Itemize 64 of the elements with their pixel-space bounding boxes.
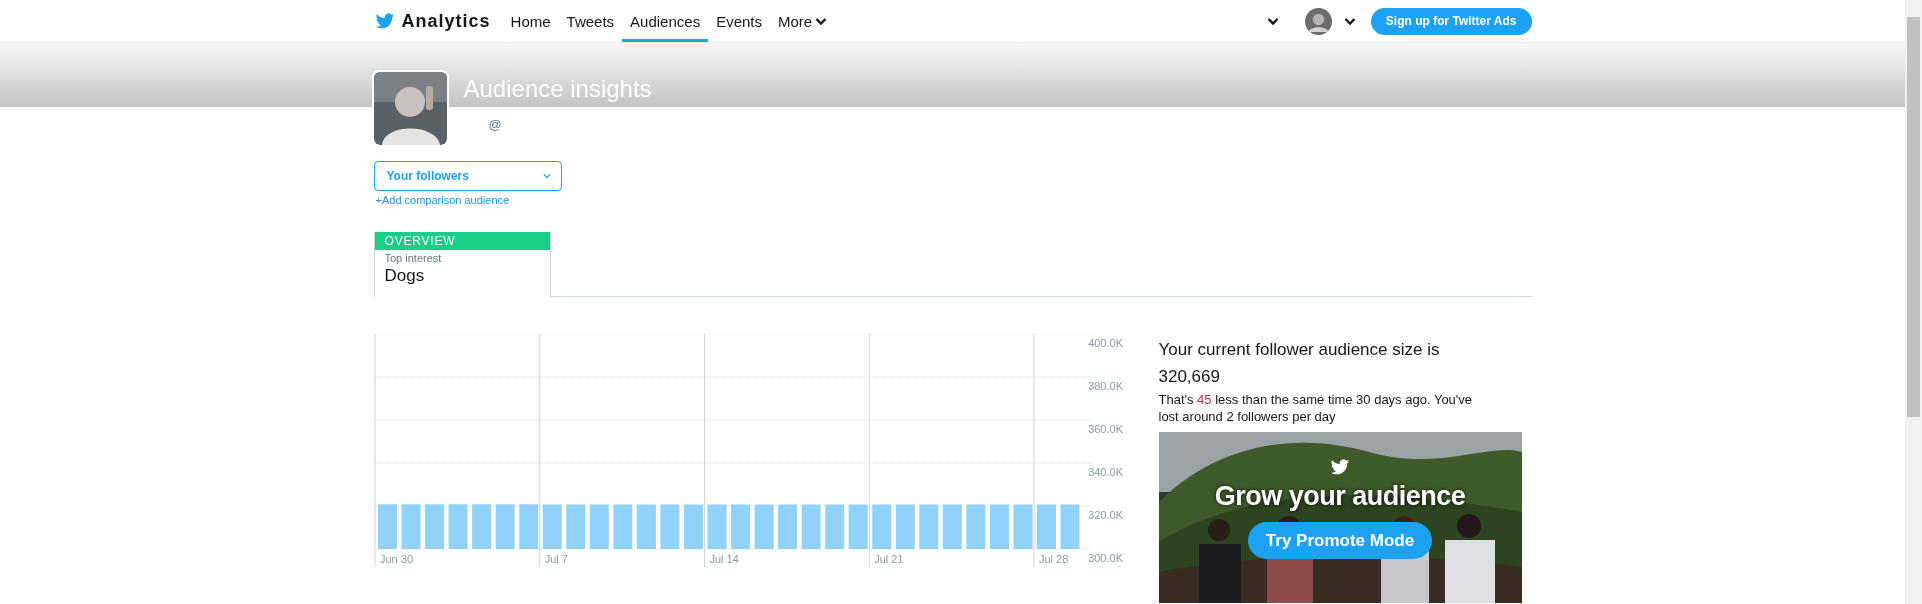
more-menu[interactable]: More	[770, 3, 836, 42]
chart-bar	[918, 504, 938, 549]
axis-label: 340.0K	[1087, 466, 1123, 478]
chevron-icon[interactable]	[1343, 16, 1356, 26]
axis-label: 300.0K	[1087, 552, 1123, 564]
chart-bar	[707, 504, 726, 549]
chart-bar	[495, 504, 515, 549]
chart-bar	[801, 504, 821, 549]
chart-bar	[1036, 504, 1056, 549]
chart-bar	[471, 504, 491, 549]
chart-bar	[942, 504, 962, 549]
chart-bar	[871, 504, 891, 549]
tab-value: Dogs	[383, 265, 426, 286]
chevron-icon[interactable]	[1266, 16, 1279, 26]
chart-bar	[683, 504, 703, 549]
chart-bar	[612, 504, 632, 549]
axis-label: 400.0K	[1087, 337, 1123, 349]
bird-icon	[373, 11, 396, 31]
brand-title[interactable]: Analytics	[401, 10, 491, 32]
tab-label: OVERVIEW	[374, 232, 550, 250]
chart-bar	[448, 504, 468, 549]
axis-label: Jul 7	[544, 553, 568, 565]
chevron-icon	[542, 173, 551, 179]
account-handle: @	[488, 117, 502, 134]
chart-bar	[1060, 504, 1080, 549]
audience-count: 320,669	[1158, 367, 1221, 387]
chart-bar	[636, 504, 656, 549]
chart-bar	[895, 504, 915, 549]
chart-bar	[401, 504, 421, 549]
nav-link[interactable]: Tweets	[558, 3, 623, 42]
audience-size-heading: Your current follower audience size is	[1158, 340, 1441, 360]
axis-label: Jul 28	[1038, 553, 1068, 565]
chart-bar	[565, 504, 585, 549]
chart-bar	[965, 504, 985, 549]
chart-bar	[377, 504, 397, 549]
avatar[interactable]	[1304, 7, 1332, 35]
axis-label: Jun 30	[379, 553, 413, 565]
axis-label: Jul 21	[873, 553, 904, 565]
chart-bar	[989, 504, 1009, 549]
chart-bar	[659, 504, 679, 549]
axis-label: 360.0K	[1087, 423, 1123, 435]
chart-bar	[542, 504, 562, 549]
promo-headline: Grow your audience	[1214, 481, 1466, 512]
axis-label: Jul 14	[709, 553, 739, 565]
overview-tab[interactable]: OVERVIEW Top interest Dogs	[373, 232, 551, 297]
chart-bar	[754, 504, 774, 549]
axis-label: 380.0K	[1087, 380, 1123, 392]
nav-link[interactable]: Home	[502, 3, 559, 42]
chart-bar	[824, 504, 844, 549]
audience-change-note: That's 45 less than the same time 30 days ago. You've lost around 2 followers per day	[1158, 391, 1474, 425]
nav-link[interactable]: Events	[708, 3, 770, 42]
chart-bar	[777, 504, 797, 549]
scrollbar[interactable]	[1905, 0, 1922, 604]
chart-bar	[848, 504, 868, 549]
axis-label: 320.0K	[1087, 509, 1123, 521]
chart-bar	[518, 504, 538, 549]
chevron-icon	[815, 16, 828, 26]
chart-bar	[589, 504, 609, 549]
bird-icon	[1329, 457, 1351, 477]
scroll-thumb[interactable]	[1907, 17, 1920, 417]
tab-caption: Top interest	[383, 251, 443, 264]
chart-bar	[1012, 504, 1032, 549]
chart-bar	[424, 504, 444, 549]
chart-bar	[730, 504, 750, 549]
